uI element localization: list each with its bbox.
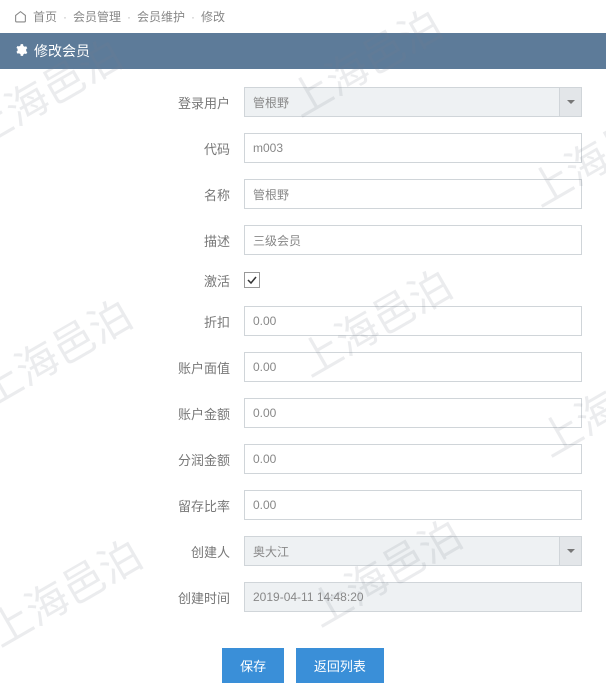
label-login-user: 登录用户 — [14, 93, 244, 112]
gear-icon — [14, 43, 28, 60]
check-icon — [246, 274, 258, 286]
code-input[interactable] — [244, 133, 582, 163]
label-code: 代码 — [14, 139, 244, 158]
label-active: 激活 — [14, 271, 244, 290]
label-description: 描述 — [14, 231, 244, 250]
breadcrumb-home[interactable]: 首页 — [33, 8, 57, 25]
description-input[interactable] — [244, 225, 582, 255]
retention-rate-input[interactable] — [244, 490, 582, 520]
label-commission-amount: 分润金额 — [14, 450, 244, 469]
chevron-down-icon — [559, 537, 581, 565]
panel-header: 修改会员 — [0, 33, 606, 69]
name-input[interactable] — [244, 179, 582, 209]
login-user-select[interactable]: 管根野 — [244, 87, 582, 117]
creator-select[interactable]: 奥大江 — [244, 536, 582, 566]
form-area: 登录用户 管根野 代码 名称 描述 激活 折扣 账户面值 — [0, 69, 606, 691]
breadcrumb: 首页 · 会员管理 · 会员维护 · 修改 — [0, 0, 606, 33]
label-name: 名称 — [14, 185, 244, 204]
breadcrumb-separator: · — [63, 10, 67, 24]
breadcrumb-separator: · — [191, 10, 195, 24]
account-face-value-input[interactable] — [244, 352, 582, 382]
label-creator: 创建人 — [14, 542, 244, 561]
account-amount-input[interactable] — [244, 398, 582, 428]
label-retention-rate: 留存比率 — [14, 496, 244, 515]
create-time-field: 2019-04-11 14:48:20 — [244, 582, 582, 612]
label-account-amount: 账户金额 — [14, 404, 244, 423]
home-icon — [14, 10, 27, 24]
label-account-face-value: 账户面值 — [14, 358, 244, 377]
creator-value: 奥大江 — [253, 543, 289, 560]
label-discount: 折扣 — [14, 312, 244, 331]
label-create-time: 创建时间 — [14, 588, 244, 607]
active-checkbox[interactable] — [244, 272, 260, 288]
save-button[interactable]: 保存 — [222, 648, 284, 683]
commission-amount-input[interactable] — [244, 444, 582, 474]
return-list-button[interactable]: 返回列表 — [296, 648, 384, 683]
discount-input[interactable] — [244, 306, 582, 336]
breadcrumb-separator: · — [127, 10, 131, 24]
login-user-value: 管根野 — [253, 94, 289, 111]
breadcrumb-current: 修改 — [201, 8, 225, 25]
breadcrumb-member-maint[interactable]: 会员维护 — [137, 8, 185, 25]
chevron-down-icon — [559, 88, 581, 116]
button-bar: 保存 返回列表 — [14, 648, 592, 683]
breadcrumb-member-mgmt[interactable]: 会员管理 — [73, 8, 121, 25]
panel-title: 修改会员 — [34, 41, 90, 61]
